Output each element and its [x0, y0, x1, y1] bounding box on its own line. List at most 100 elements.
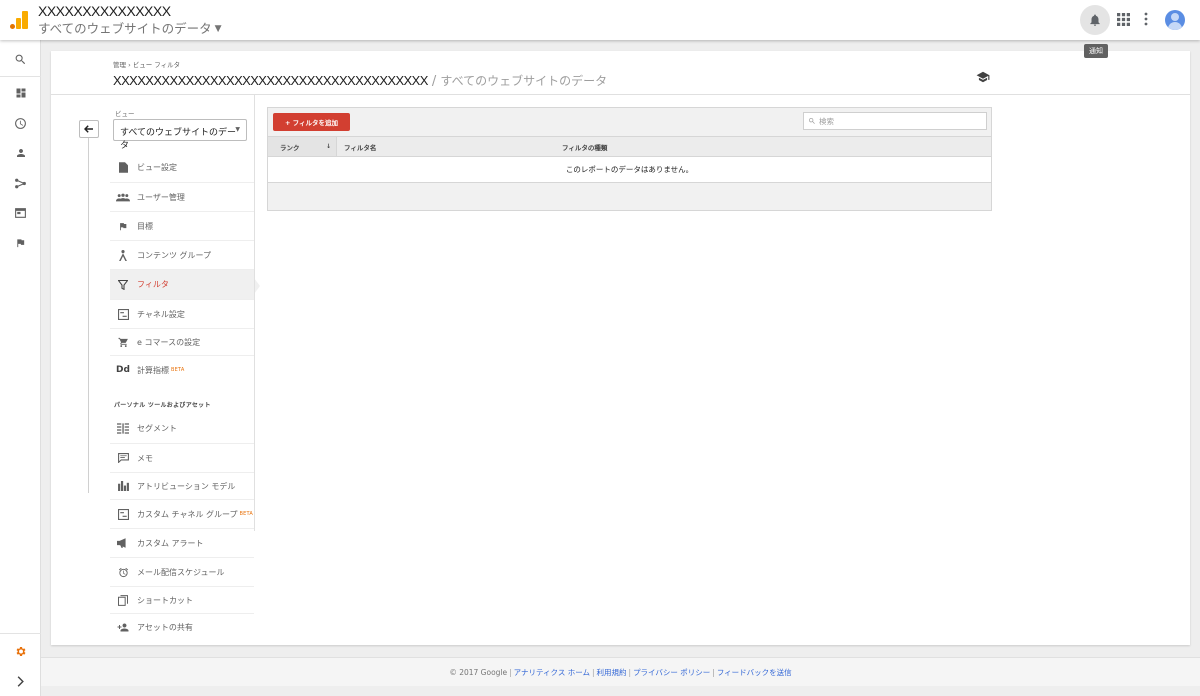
- column-header-rank[interactable]: ランク ↓: [268, 137, 337, 156]
- rail-divider: [0, 633, 41, 634]
- nav-item-calculated-metrics[interactable]: Dd 計算指標 BETA: [110, 356, 254, 384]
- chevron-right-icon: [17, 675, 24, 687]
- rail-divider: [0, 76, 41, 77]
- nav-right-border: [254, 95, 255, 531]
- nav-item-channel-settings[interactable]: チャネル設定: [110, 300, 254, 329]
- nav-item-scheduled-emails[interactable]: メール配信スケジュール: [110, 558, 254, 587]
- caret-down-icon: ▼: [214, 24, 222, 34]
- account-view-name: すべてのウェブサイトのデータ: [38, 21, 212, 36]
- footer-link-terms[interactable]: 利用規約: [597, 667, 627, 678]
- table-search-input[interactable]: 検索: [803, 112, 987, 130]
- nav-item-user-management[interactable]: ユーザー管理: [110, 183, 254, 212]
- bar-chart-icon: [115, 481, 131, 491]
- nav-item-custom-alerts[interactable]: カスタム アラート: [110, 529, 254, 558]
- search-icon: [15, 54, 26, 64]
- nav-item-custom-channel-groups[interactable]: カスタム チャネル グループ BETA: [110, 500, 254, 529]
- nav-item-content-grouping[interactable]: コンテンツ グループ: [110, 241, 254, 270]
- nav-item-label: アセットの共有: [137, 622, 193, 632]
- nav-item-segments[interactable]: セグメント: [110, 414, 254, 444]
- channel-icon: [115, 508, 131, 520]
- nav-item-label: カスタム チャネル グループ: [137, 509, 238, 519]
- channel-icon: [115, 308, 131, 320]
- nav-item-label: e コマースの設定: [137, 337, 201, 347]
- add-filter-button[interactable]: + フィルタを追加: [273, 113, 350, 131]
- alarm-icon: [115, 567, 131, 578]
- apps-grid-icon[interactable]: [1117, 13, 1130, 26]
- nav-item-view-settings[interactable]: ビュー設定: [110, 153, 254, 183]
- nav-item-ecommerce-settings[interactable]: e コマースの設定: [110, 329, 254, 356]
- rail-acquisition[interactable]: [0, 168, 41, 198]
- flag-icon: [17, 239, 25, 248]
- flag-icon: [115, 221, 131, 232]
- account-view-selector[interactable]: すべてのウェブサイトのデータ ▼: [38, 18, 222, 37]
- nav-item-label: セグメント: [137, 424, 177, 433]
- nav-item-label: メール配信スケジュール: [137, 567, 225, 577]
- copyright-text: © 2017 Google: [449, 667, 508, 677]
- top-app-bar: XXXXXXXXXXXXXXX すべてのウェブサイトのデータ ▼: [0, 0, 1200, 40]
- beta-badge: BETA: [171, 367, 185, 373]
- title-view-name: すべてのウェブサイトのデータ: [440, 74, 608, 88]
- rail-audience[interactable]: [0, 138, 41, 168]
- nav-item-label: フィルタ: [137, 280, 169, 289]
- sort-arrow-icon: ↓: [325, 143, 331, 150]
- nav-item-share-assets[interactable]: アセットの共有: [110, 614, 254, 640]
- clock-icon: [15, 117, 26, 129]
- view-label: ビュー: [115, 110, 135, 118]
- behavior-icon: [15, 208, 26, 218]
- comment-icon: [115, 453, 131, 463]
- account-name[interactable]: XXXXXXXXXXXXXXX: [38, 3, 171, 19]
- rail-realtime[interactable]: [0, 108, 41, 138]
- admin-card: 管理 › ビュー フィルタ XXXXXXXXXXXXXXXXXXXXXXXXXX…: [51, 51, 1190, 645]
- footer-link-analytics-home[interactable]: アナリティクス ホーム: [514, 667, 590, 678]
- left-nav-rail: [0, 40, 41, 696]
- rail-search[interactable]: [0, 44, 41, 74]
- filter-icon: [115, 279, 131, 290]
- rail-home[interactable]: [0, 78, 41, 108]
- nav-item-label: 計算指標: [137, 365, 169, 375]
- empty-table-message: このレポートのデータはありません。: [268, 157, 991, 183]
- footer-link-privacy[interactable]: プライバシー ポリシー: [633, 667, 710, 678]
- title-separator: /: [427, 74, 441, 89]
- view-select[interactable]: すべてのウェブサイトのデータ ▼: [113, 119, 247, 151]
- notifications-button[interactable]: [1080, 5, 1110, 35]
- more-vert-icon[interactable]: [1143, 12, 1149, 26]
- nav-item-filters[interactable]: フィルタ: [110, 270, 254, 300]
- column-header-filter-name[interactable]: フィルタ名: [344, 137, 376, 156]
- rail-admin[interactable]: [0, 636, 41, 666]
- page-title: XXXXXXXXXXXXXXXXXXXXXXXXXXXXXXXXXXXXXXX …: [113, 72, 607, 89]
- analytics-logo-icon[interactable]: [10, 11, 28, 29]
- column-header-filter-type[interactable]: フィルタの種類: [562, 137, 607, 156]
- copy-icon: [115, 594, 131, 606]
- property-name: XXXXXXXXXXXXXXXXXXXXXXXXXXXXXXXXXXXXXXX: [113, 73, 428, 88]
- nav-item-annotations[interactable]: メモ: [110, 444, 254, 473]
- dd-icon: Dd: [116, 365, 130, 375]
- notifications-tooltip: 通知: [1084, 44, 1108, 58]
- back-button[interactable]: [79, 120, 99, 138]
- nav-item-label: ショートカット: [137, 595, 193, 605]
- bell-icon: [1090, 14, 1100, 26]
- nav-item-attribution-models[interactable]: アトリビューション モデル: [110, 473, 254, 500]
- personal-tools-heading: パーソナル ツールおよびアセット: [114, 402, 211, 409]
- view-select-value: すべてのウェブサイトのデータ: [120, 128, 237, 151]
- nav-item-label: アトリビューション モデル: [137, 481, 236, 491]
- nav-item-label: メモ: [137, 453, 153, 463]
- cart-icon: [115, 337, 131, 347]
- arrow-left-icon: [84, 125, 93, 133]
- dashboard-icon: [16, 88, 25, 98]
- rail-behavior[interactable]: [0, 198, 41, 228]
- user-avatar[interactable]: [1165, 10, 1185, 30]
- segment-icon: [115, 423, 131, 434]
- page-footer: © 2017 Google | アナリティクス ホーム | 利用規約 | プライ…: [41, 657, 1200, 686]
- footer-link-feedback[interactable]: フィードバックを送信: [717, 667, 792, 678]
- column-label: ランク: [280, 143, 300, 152]
- rail-conversions[interactable]: [0, 228, 41, 258]
- graduation-cap-icon[interactable]: [976, 71, 990, 83]
- nav-item-label: チャネル設定: [137, 309, 185, 319]
- person-add-icon: [115, 623, 131, 632]
- nav-item-shortcuts[interactable]: ショートカット: [110, 587, 254, 614]
- rail-expand[interactable]: [0, 666, 41, 696]
- nav-tree-line: [88, 121, 89, 493]
- nav-item-label: ビュー設定: [137, 163, 177, 172]
- nav-item-goals[interactable]: 目標: [110, 212, 254, 241]
- nav-item-label: コンテンツ グループ: [137, 250, 212, 260]
